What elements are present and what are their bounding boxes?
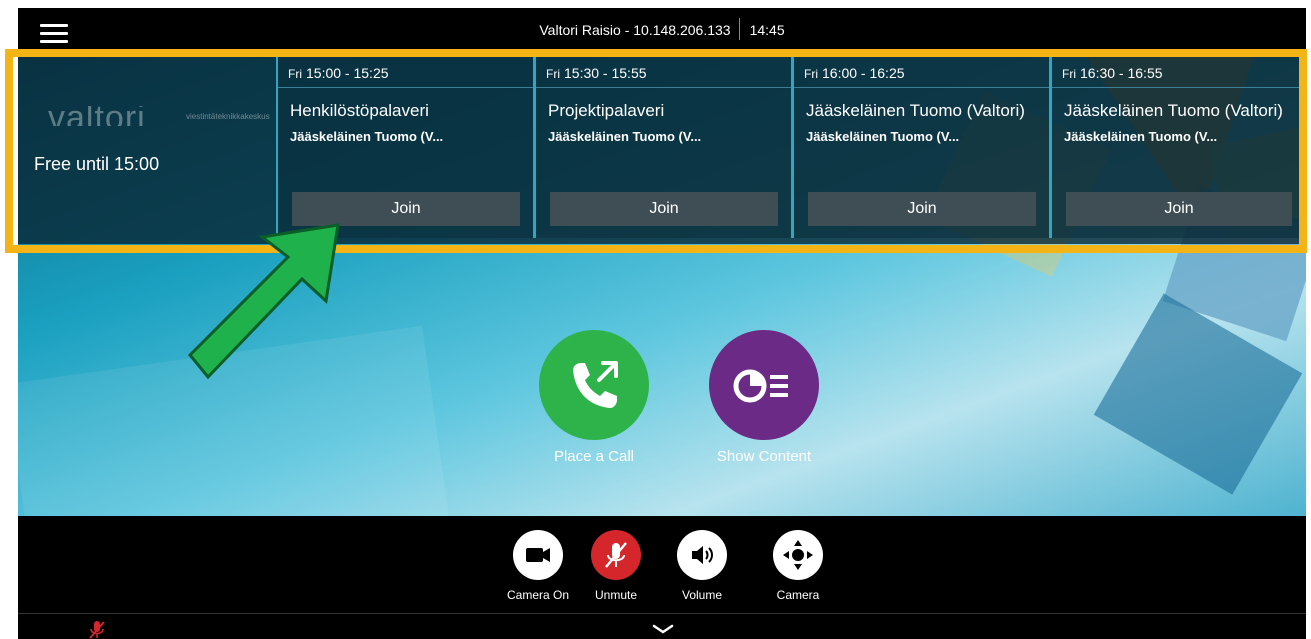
join-button[interactable]: Join	[808, 192, 1036, 226]
camera-label: Camera	[776, 588, 820, 602]
device-info: Valtori Raisio - 10.148.206.133 14:45	[18, 18, 1306, 41]
camera-control-button[interactable]: Camera	[762, 530, 834, 602]
meeting-organizer: Jääskeläinen Tuomo (V...	[290, 129, 444, 144]
content-share-icon	[733, 369, 788, 403]
meeting-time: 15:00 - 15:25	[306, 65, 389, 81]
meeting-title: Jääskeläinen Tuomo (Valtori)	[806, 101, 1025, 120]
logo-subtitle: viestintäteknikkakeskus	[186, 112, 270, 121]
clock: 14:45	[749, 22, 785, 38]
meeting-organizer: Jääskeläinen Tuomo (V...	[548, 129, 702, 144]
footer-bar	[18, 614, 1306, 639]
unmute-label: Unmute	[594, 588, 638, 602]
meeting-title: Jääskeläinen Tuomo (Valtori)	[1064, 101, 1283, 120]
camera-on-button[interactable]: Camera On	[502, 530, 574, 602]
volume-label: Volume	[681, 588, 723, 602]
camera-control-icon	[783, 540, 813, 570]
control-bar: Camera On Unmute Volume Camera	[18, 516, 1306, 614]
meeting-cards: Fri 15:00 - 15:25 Henkilöstöpalaveri Jääs…	[276, 56, 1300, 238]
meeting-time: 16:00 - 16:25	[822, 65, 905, 81]
place-call-circle	[539, 330, 649, 440]
meeting-card: Fri 15:00 - 15:25 Henkilöstöpalaveri Jääs…	[276, 56, 534, 238]
free-until-label: Free until 15:00	[34, 154, 160, 174]
phone-outgoing-icon	[573, 361, 618, 408]
show-content-button[interactable]: Show Content	[704, 330, 824, 465]
show-content-circle	[709, 330, 819, 440]
meeting-day: Fri	[546, 67, 560, 81]
place-call-button[interactable]: Place a Call	[534, 330, 654, 465]
meeting-title: Henkilöstöpalaveri	[290, 101, 429, 120]
volume-button[interactable]: Volume	[666, 530, 738, 602]
meeting-day: Fri	[1062, 67, 1076, 81]
join-button[interactable]: Join	[1066, 192, 1292, 226]
meeting-card: Fri 16:30 - 16:55 Jääskeläinen Tuomo (Val…	[1050, 56, 1300, 238]
unmute-button[interactable]: Unmute	[580, 530, 652, 602]
mic-muted-icon	[605, 542, 627, 568]
meeting-card: Fri 15:30 - 15:55 Projektipalaveri Jääske…	[534, 56, 792, 238]
meeting-time: 15:30 - 15:55	[564, 65, 647, 81]
mic-muted-indicator-icon	[89, 621, 105, 639]
join-button[interactable]: Join	[292, 192, 520, 226]
join-button[interactable]: Join	[550, 192, 778, 226]
meeting-organizer: Jääskeläinen Tuomo (V...	[806, 129, 960, 144]
video-camera-icon	[526, 548, 550, 562]
top-bar: Valtori Raisio - 10.148.206.133 14:45	[18, 8, 1306, 54]
show-content-label: Show Content	[716, 448, 812, 465]
camera-on-label: Camera On	[506, 588, 570, 602]
meeting-day: Fri	[288, 67, 302, 81]
meeting-day: Fri	[804, 67, 818, 81]
meeting-organizer: Jääskeläinen Tuomo (V...	[1064, 129, 1218, 144]
chevron-down-icon[interactable]	[652, 622, 674, 636]
meeting-title: Projektipalaveri	[548, 101, 665, 120]
valtori-logo: valtori	[48, 106, 146, 126]
speaker-icon	[692, 546, 713, 564]
device-name: Valtori Raisio - 10.148.206.133	[539, 22, 731, 38]
meeting-time: 16:30 - 16:55	[1080, 65, 1163, 81]
touch-panel-screen: Valtori Raisio - 10.148.206.133 14:45 val…	[18, 8, 1306, 639]
meeting-card: Fri 16:00 - 16:25 Jääskeläinen Tuomo (Val…	[792, 56, 1050, 238]
place-call-label: Place a Call	[553, 448, 635, 465]
